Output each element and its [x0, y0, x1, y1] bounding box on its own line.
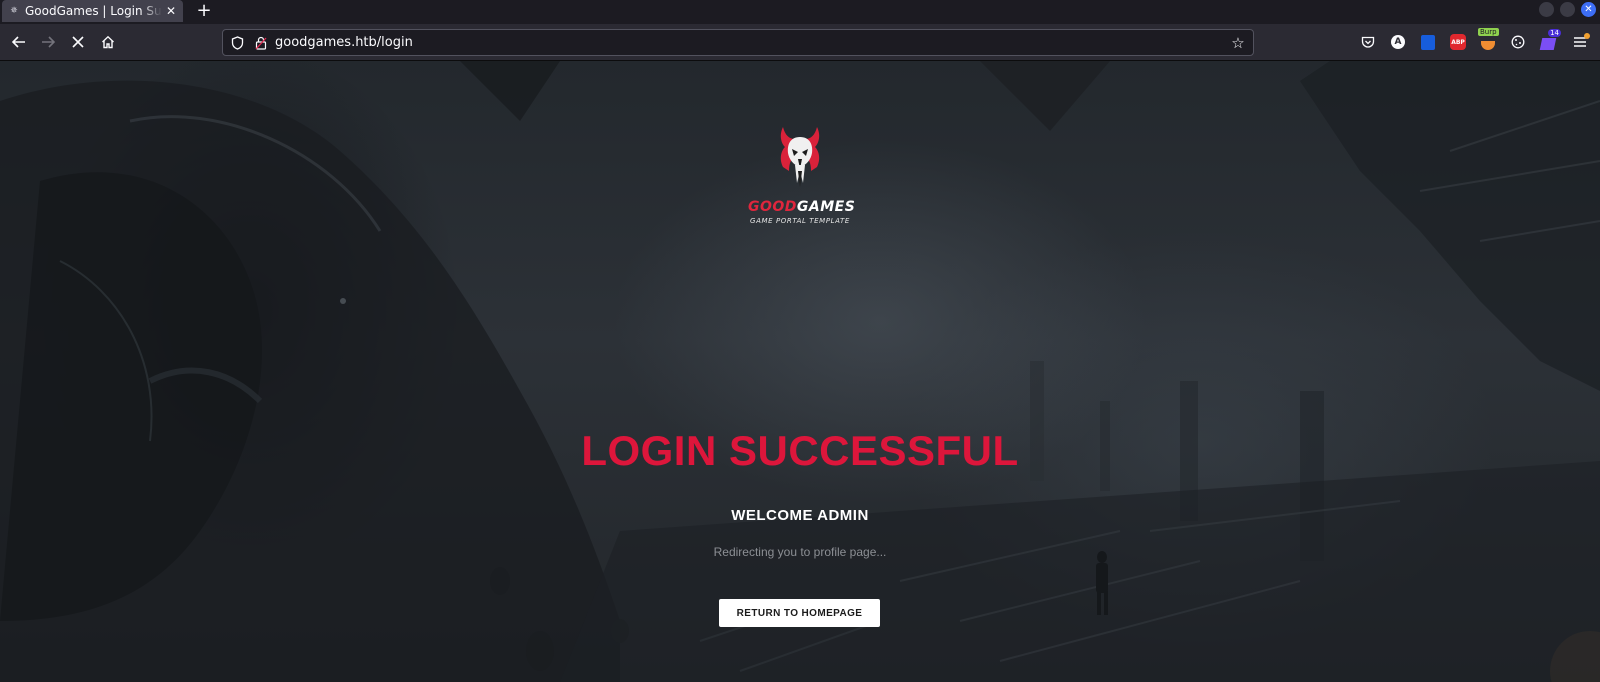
abp-label: ABP	[1450, 34, 1466, 50]
bookmark-star-icon[interactable]: ☆	[1229, 34, 1247, 52]
new-tab-button[interactable]: +	[193, 0, 215, 21]
spider-favicon-icon: ✵	[10, 6, 18, 16]
tab-title: GoodGames | Login Successful	[25, 4, 162, 18]
wappalyzer-count: 14	[1548, 29, 1561, 37]
maximize-button[interactable]	[1560, 2, 1575, 17]
logo-wordmark: GOODGAMES	[748, 199, 856, 215]
close-window-button[interactable]: ✕	[1581, 2, 1596, 17]
minimize-button[interactable]	[1539, 2, 1554, 17]
stop-loading-icon[interactable]	[68, 32, 88, 52]
burp-label: Burp	[1478, 28, 1499, 36]
address-bar[interactable]: goodgames.htb/login ☆	[222, 29, 1254, 56]
page-viewport: GOODGAMES GAME PORTAL TEMPLATE LOGIN SUC…	[0, 61, 1600, 682]
abp-icon[interactable]: ABP	[1449, 33, 1467, 51]
burp-icon[interactable]: Burp	[1478, 28, 1499, 51]
a-extension-icon[interactable]: A	[1389, 33, 1407, 51]
pocket-icon[interactable]	[1359, 33, 1377, 51]
goodgames-logo[interactable]: GOODGAMES GAME PORTAL TEMPLATE	[748, 125, 856, 235]
redirect-message: Redirecting you to profile page...	[713, 545, 887, 559]
welcome-message: WELCOME ADMIN	[731, 507, 869, 524]
navigation-toolbar: goodgames.htb/login ☆ A ABP Burp 14	[0, 24, 1600, 61]
wappalyzer-icon[interactable]: 14	[1539, 29, 1561, 51]
tab-strip: ✵ GoodGames | Login Successful ✕ + ✕	[0, 0, 1600, 24]
cookie-icon[interactable]	[1509, 33, 1527, 51]
logo-name-part2: GAMES	[796, 199, 856, 215]
menu-icon[interactable]	[1571, 33, 1590, 51]
bitwarden-icon[interactable]	[1419, 33, 1437, 51]
login-successful-heading: LOGIN SUCCESSFUL	[581, 427, 1019, 474]
shield-icon[interactable]	[229, 35, 245, 51]
home-icon[interactable]	[98, 32, 118, 52]
tab-close-icon[interactable]: ✕	[165, 4, 177, 18]
tab-goodgames[interactable]: ✵ GoodGames | Login Successful ✕	[2, 0, 183, 22]
window-controls: ✕	[1539, 2, 1596, 17]
logo-subtitle: GAME PORTAL TEMPLATE	[750, 217, 850, 225]
a-extension-label: A	[1391, 35, 1405, 49]
forward-arrow-icon[interactable]	[38, 32, 58, 52]
back-arrow-icon[interactable]	[9, 32, 29, 52]
insecure-lock-icon[interactable]	[253, 35, 269, 51]
return-to-homepage-button[interactable]: RETURN TO HOMEPAGE	[719, 599, 880, 627]
logo-name-part1: GOOD	[748, 199, 797, 215]
spider-mask-icon	[780, 127, 820, 187]
url-text[interactable]: goodgames.htb/login	[275, 35, 1229, 50]
